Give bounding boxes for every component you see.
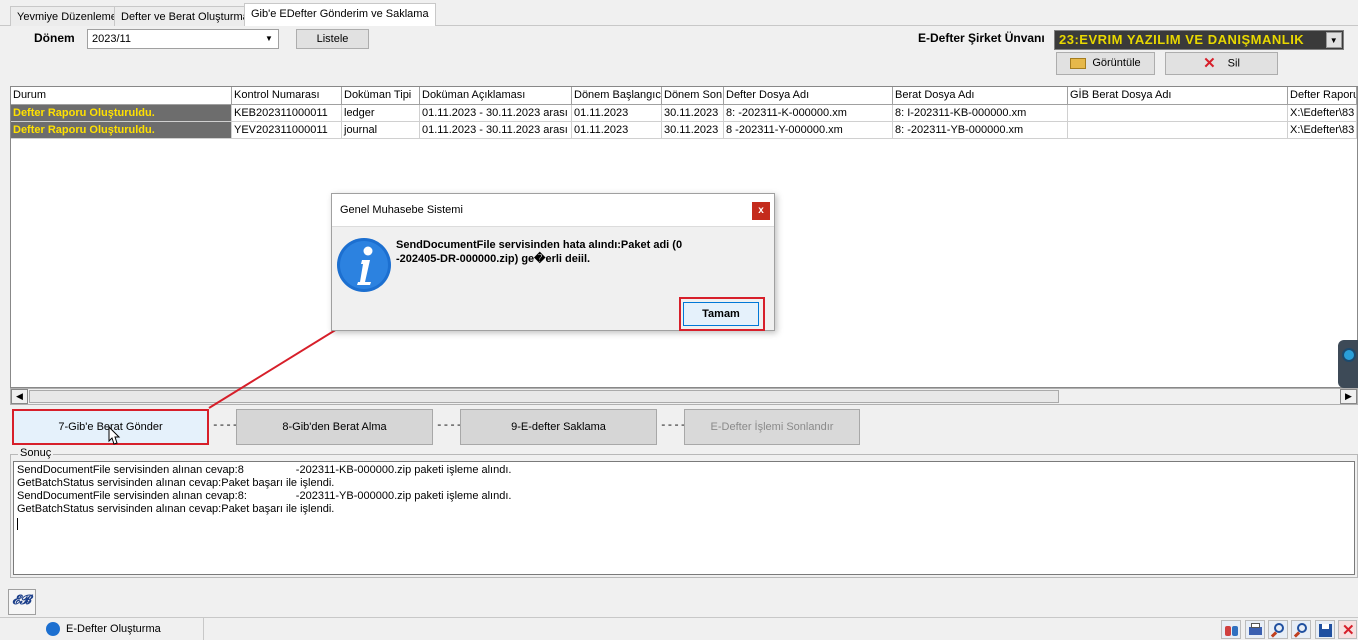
- users-icon[interactable]: [1221, 620, 1241, 639]
- dialog-message-line: SendDocumentFile servisinden hata alındı…: [396, 239, 683, 251]
- zoom-out-icon[interactable]: [1291, 620, 1311, 639]
- dialog-title: Genel Muhasebe Sistemi: [340, 204, 463, 216]
- close-icon[interactable]: x: [752, 202, 770, 220]
- taskbar: E-Defter Oluşturma ✕: [0, 617, 1358, 640]
- logo-glyph: 𝓔𝓑: [12, 593, 31, 608]
- info-icon: [337, 238, 391, 292]
- dialog-titlebar[interactable]: Genel Muhasebe Sistemi: [332, 194, 774, 226]
- zoom-in-icon[interactable]: [1268, 620, 1288, 639]
- dialog-message: SendDocumentFile servisinden hata alındı…: [396, 238, 766, 266]
- dialog-message-line: -202405-DR-000000.zip) ge�erli deiil.: [396, 253, 591, 265]
- taskbar-item-e-defter[interactable]: E-Defter Oluşturma: [40, 618, 204, 640]
- tamam-button[interactable]: Tamam: [683, 302, 759, 326]
- taskbar-item-label: E-Defter Oluşturma: [66, 623, 161, 635]
- close-icon[interactable]: ✕: [1338, 620, 1357, 639]
- message-dialog: Genel Muhasebe Sistemi x SendDocumentFil…: [331, 193, 775, 331]
- print-icon[interactable]: [1245, 620, 1265, 639]
- app-icon: [46, 622, 60, 637]
- dialog-divider: [332, 226, 774, 227]
- app-logo-icon[interactable]: 𝓔𝓑: [8, 589, 36, 615]
- save-icon[interactable]: [1315, 620, 1335, 639]
